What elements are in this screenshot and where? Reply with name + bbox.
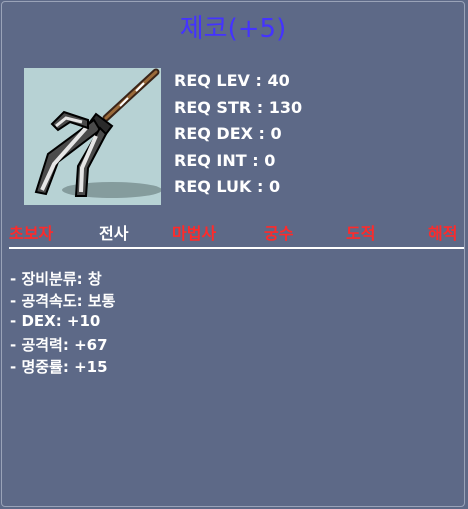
polearm-weapon-icon	[34, 68, 161, 198]
requirements-list: REQ LEV : 40 REQ STR : 130 REQ DEX : 0 R…	[174, 71, 302, 204]
req-level: REQ LEV : 40	[174, 71, 290, 90]
job-pirate: 해적	[428, 224, 458, 243]
req-str: REQ STR : 130	[174, 97, 303, 117]
job-thief: 도적	[346, 224, 376, 243]
job-bowman: 궁수	[264, 224, 294, 243]
job-beginner: 초보자	[9, 224, 54, 243]
job-warrior: 전사	[99, 224, 129, 243]
job-magician: 마법사	[172, 224, 217, 243]
job-list: 초보자 전사 마법사 궁수 도적 해적	[2, 220, 464, 243]
req-luk: REQ LUK : 0	[174, 177, 281, 196]
item-icon-frame	[24, 68, 161, 205]
stat-dex: - DEX: +10	[10, 312, 101, 330]
stat-equip-category: - 장비분류: 창	[10, 270, 102, 288]
stats-list: - 장비분류: 창 - 공격속도: 보통 - DEX: +10 - 공격력: +…	[10, 268, 115, 378]
stat-accuracy: - 명중률: +15	[10, 358, 108, 376]
stat-attack-speed: - 공격속도: 보통	[10, 292, 116, 310]
divider	[9, 247, 464, 249]
item-name-title: 제코(+5)	[179, 14, 287, 44]
stat-attack: - 공격력: +67	[10, 336, 108, 354]
item-tooltip: 제코(+5) REQ LEV : 40 REQ STR : 130 REQ DE…	[1, 1, 465, 507]
req-int: REQ INT : 0	[174, 150, 276, 170]
req-dex: REQ DEX : 0	[174, 124, 282, 143]
